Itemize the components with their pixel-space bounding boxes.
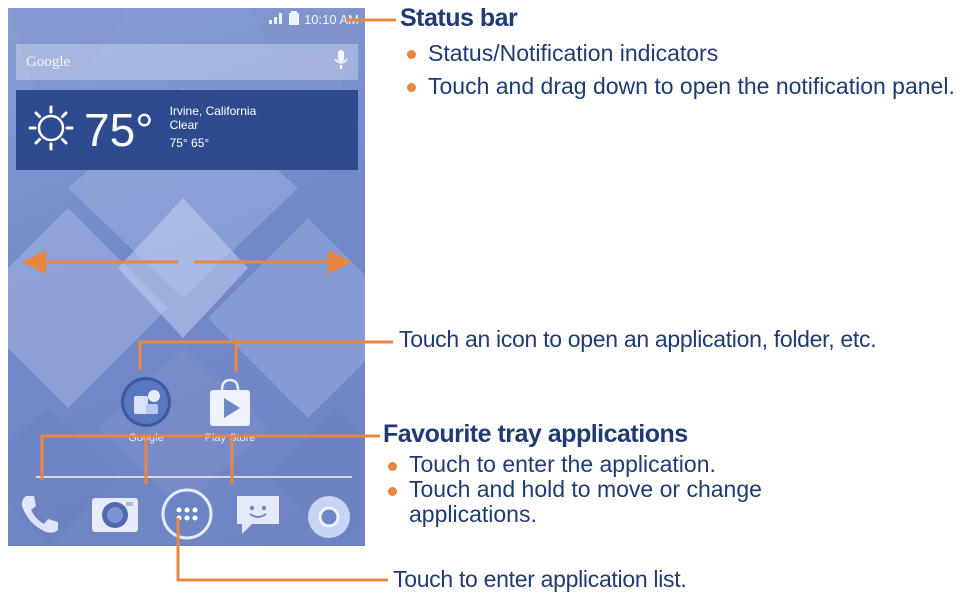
status-bar-bullets: Status/Notification indicators Touch and… <box>402 40 957 100</box>
list-item: Touch and drag down to open the notifica… <box>402 73 957 100</box>
list-item: Touch and hold to move or change applica… <box>383 477 843 527</box>
app-list-callout-text: Touch to enter application list. <box>393 566 687 592</box>
list-item: Touch to enter the application. <box>383 452 843 477</box>
icons-callout-text: Touch an icon to open an application, fo… <box>399 326 877 352</box>
status-bar-heading: Status bar <box>400 4 518 32</box>
favourite-tray-bullets: Touch to enter the application. Touch an… <box>383 452 843 527</box>
favourite-tray-heading: Favourite tray applications <box>383 420 688 448</box>
list-item: Status/Notification indicators <box>402 40 957 67</box>
